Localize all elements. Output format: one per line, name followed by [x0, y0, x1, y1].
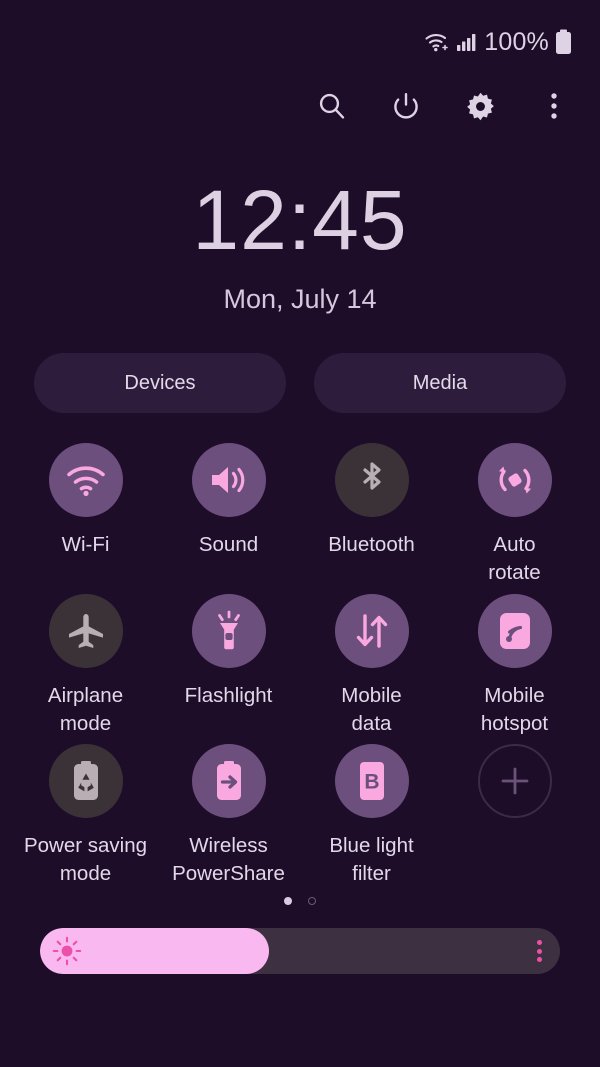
- toggle-wireless-powershare[interactable]: Wireless PowerShare: [157, 744, 300, 889]
- wireless-powershare-icon: [191, 744, 266, 819]
- toggle-label: Wi-Fi: [61, 533, 110, 556]
- page-indicator: [0, 897, 600, 905]
- panel-actions: [312, 86, 574, 126]
- add-icon: [477, 744, 552, 819]
- shortcut-buttons: Devices Media: [34, 353, 566, 413]
- more-options-icon[interactable]: [534, 86, 574, 126]
- battery-full-icon: [555, 29, 572, 55]
- cellular-signal-icon: [456, 32, 478, 52]
- toggle-bluetooth[interactable]: Bluetooth: [300, 443, 443, 588]
- toggle-mobile-data[interactable]: Mobile data: [300, 593, 443, 739]
- toggle-airplane-mode[interactable]: Airplane mode: [14, 593, 157, 739]
- toggle-label: Blue light filter: [329, 834, 414, 886]
- page-dot-2[interactable]: [308, 897, 316, 905]
- blue-light-filter-icon: B: [334, 744, 409, 819]
- clock-time: 12:45: [192, 173, 408, 267]
- toggle-label: Flashlight: [184, 683, 273, 707]
- toggle-flashlight[interactable]: Flashlight: [157, 593, 300, 739]
- brightness-options-icon[interactable]: [537, 940, 542, 962]
- wifi-icon: [48, 443, 123, 517]
- quick-toggle-grid: Wi-Fi Sound Bluetooth Auto rotate Airpla…: [14, 443, 586, 889]
- toggle-label: Sound: [198, 533, 259, 556]
- mobile-data-icon: [334, 593, 409, 668]
- clock-area[interactable]: 12:45 Mon, July 14: [0, 178, 600, 315]
- media-button[interactable]: Media: [314, 353, 566, 413]
- power-saving-icon: [48, 744, 123, 819]
- toggle-blue-light-filter[interactable]: B Blue light filter: [300, 744, 443, 889]
- wifi-icon: [424, 31, 450, 53]
- status-bar: 100%: [0, 0, 600, 84]
- toggle-wi-fi[interactable]: Wi-Fi: [14, 443, 157, 588]
- toggle-label: Mobile hotspot: [480, 683, 549, 735]
- flashlight-icon: [191, 593, 266, 668]
- brightness-sun-icon: [52, 936, 82, 966]
- devices-button[interactable]: Devices: [34, 353, 286, 413]
- add-toggle-button[interactable]: [443, 744, 586, 889]
- toggle-mobile-hotspot[interactable]: Mobile hotspot: [443, 593, 586, 739]
- gear-icon[interactable]: [460, 86, 500, 126]
- page-dot-1[interactable]: [284, 897, 292, 905]
- search-icon[interactable]: [312, 86, 352, 126]
- power-icon[interactable]: [386, 86, 426, 126]
- toggle-label: Wireless PowerShare: [172, 834, 285, 886]
- auto-rotate-icon: [477, 443, 552, 517]
- svg-text:B: B: [364, 771, 379, 794]
- toggle-auto-rotate[interactable]: Auto rotate: [443, 443, 586, 588]
- bluetooth-icon: [334, 443, 409, 517]
- toggle-label: Mobile data: [341, 683, 402, 735]
- toggle-label: Bluetooth: [328, 533, 415, 556]
- clock-date: Mon, July 14: [223, 284, 377, 314]
- toggle-label: Power saving mode: [23, 834, 148, 886]
- toggle-label: Auto rotate: [488, 533, 541, 585]
- sound-icon: [191, 443, 266, 517]
- toggle-power-saving-mode[interactable]: Power saving mode: [14, 744, 157, 889]
- brightness-slider[interactable]: [40, 928, 560, 974]
- toggle-sound[interactable]: Sound: [157, 443, 300, 588]
- quick-settings-panel: 100% 12:45 Mon, July 14 Devices Media Wi…: [0, 0, 600, 1067]
- battery-percentage: 100%: [484, 27, 549, 56]
- airplane-icon: [48, 593, 123, 668]
- mobile-hotspot-icon: [477, 593, 552, 668]
- toggle-label: Airplane mode: [47, 683, 124, 735]
